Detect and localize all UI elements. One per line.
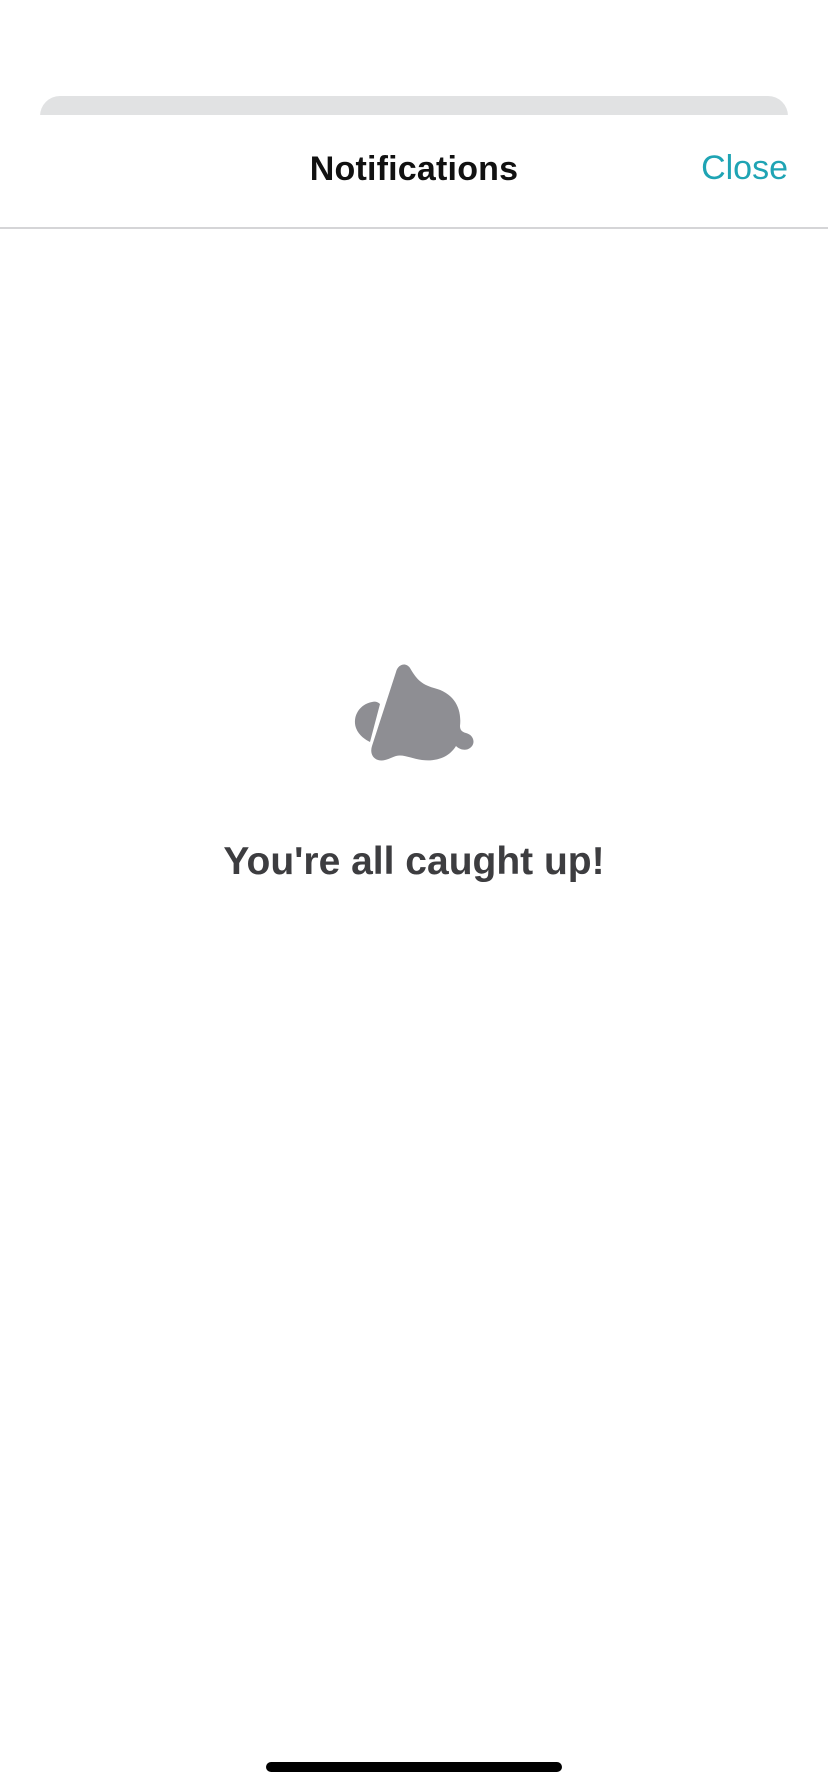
bell-slash-icon [354, 664, 474, 761]
nav-bar: Notifications Close [0, 115, 828, 229]
empty-state-message: You're all caught up! [223, 840, 605, 883]
notifications-sheet: Notifications Close [0, 115, 828, 1792]
close-button[interactable]: Close [701, 149, 788, 188]
notifications-screen: Notifications Close You're all caught up… [0, 0, 828, 1792]
home-indicator [266, 1762, 562, 1772]
